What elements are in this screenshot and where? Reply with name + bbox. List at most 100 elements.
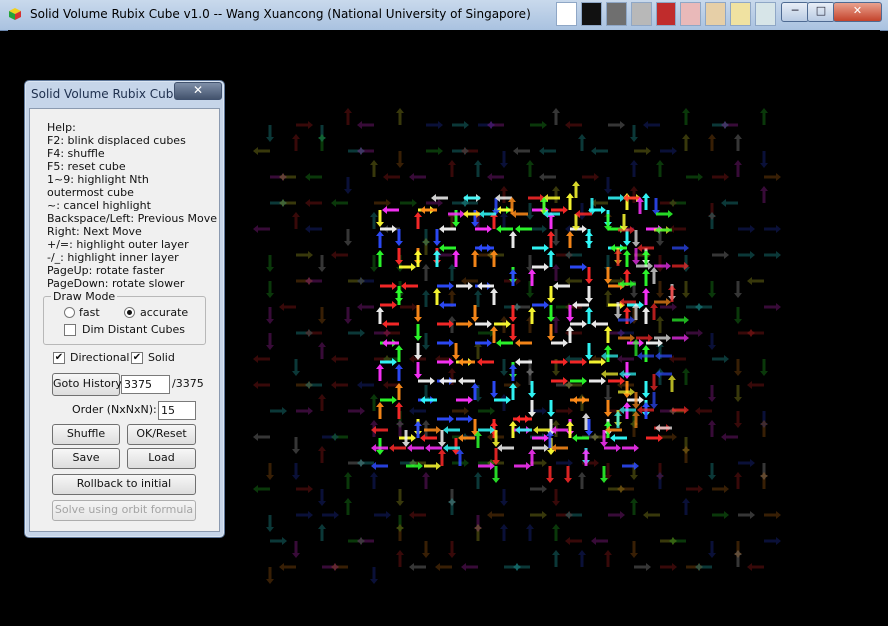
arrow-mark [552,524,560,541]
maximize-button[interactable]: □ [807,2,835,22]
arrow-mark [344,229,352,246]
arrow-mark [478,407,495,415]
arrow-mark [380,225,397,233]
arrow-mark [721,433,738,441]
control-panel[interactable]: Solid Volume Rubix Cube ✕ Help: F2: blin… [24,80,225,538]
arrow-mark [708,212,716,229]
arrow-mark [642,307,650,324]
color-swatch [705,2,727,26]
arrow-mark [551,339,568,347]
radio-accurate-label[interactable]: accurate [140,306,188,319]
arrow-mark [565,121,582,129]
arrow-mark [650,392,658,409]
arrow-mark [738,459,755,467]
arrow-mark [422,333,430,350]
arrow-mark [461,563,478,571]
arrow-mark [566,231,574,248]
arrow-mark [426,147,443,155]
history-input[interactable]: 3375 [121,375,170,394]
arrow-mark [266,307,274,324]
arrow-mark [253,147,270,155]
arrow-mark [266,255,274,272]
minimize-button[interactable]: ─ [781,2,809,22]
arrow-mark [556,407,573,415]
radio-fast[interactable] [64,307,75,318]
load-button[interactable]: Load [127,448,196,469]
arrow-mark [565,511,582,519]
arrow-mark [764,537,781,545]
arrow-mark [526,255,534,272]
arrow-mark [357,121,374,129]
arrow-mark [376,250,384,267]
arrow-mark [604,444,621,452]
arrow-mark [422,238,430,255]
arrow-mark [712,251,729,259]
rollback-button[interactable]: Rollback to initial [52,474,196,495]
dim-distant-label[interactable]: Dim Distant Cubes [82,323,185,336]
arrow-mark [500,489,508,506]
radio-accurate[interactable] [124,307,135,318]
arrow-mark [614,249,622,266]
arrow-mark [414,362,422,379]
solid-checkbox[interactable]: ✔ [131,352,143,364]
arrow-mark [357,303,374,311]
arrow-mark [456,396,473,404]
arrow-mark [570,263,587,271]
solid-label[interactable]: Solid [148,351,175,364]
close-button[interactable]: ✕ [833,2,882,22]
arrow-mark [591,537,608,545]
arrow-mark [734,359,742,376]
arrow-mark [642,345,650,362]
arrow-mark [296,407,313,415]
arrow-mark [401,282,418,290]
arrow-mark [253,225,270,233]
dim-distant-checkbox[interactable] [64,324,76,336]
directional-checkbox[interactable]: ✔ [53,352,65,364]
save-button[interactable]: Save [52,448,120,469]
panel-close-button[interactable]: ✕ [174,82,222,100]
arrow-mark [530,121,547,129]
arrow-mark [514,462,531,470]
directional-label[interactable]: Directional [70,351,130,364]
arrow-mark [764,303,781,311]
arrow-mark [552,489,560,506]
arrow-mark [437,282,454,290]
arrow-mark [566,193,574,210]
arrow-mark [253,355,270,363]
arrow-mark [433,288,441,305]
arrow-mark [565,537,582,545]
arrow-mark [604,177,612,194]
goto-history-button[interactable]: Goto History [52,373,122,396]
arrow-mark [686,173,703,181]
arrow-mark [474,472,482,489]
help-line: F4: shuffle [47,147,105,160]
arrow-mark [409,173,426,181]
arrow-mark [530,511,547,519]
arrow-mark [636,334,653,342]
arrow-mark [760,151,768,168]
arrow-mark [747,277,764,285]
arrow-mark [370,472,378,489]
arrow-mark [448,541,456,558]
color-swatch [630,2,652,26]
arrow-mark [374,199,391,207]
arrow-mark [435,563,452,571]
arrow-mark [650,303,658,320]
arrow-mark [475,320,492,328]
arrow-mark [437,415,454,423]
arrow-mark [357,381,374,389]
title-bar[interactable]: Solid Volume Rubix Cube v1.0 -- Wang Xua… [0,0,888,31]
ok-reset-button[interactable]: OK/Reset [127,424,196,445]
arrow-mark [515,415,532,423]
arrow-mark [292,541,300,558]
radio-fast-label[interactable]: fast [79,306,100,319]
arrow-mark [318,446,326,463]
arrow-mark [630,160,638,177]
arrow-mark [471,250,479,267]
shuffle-button[interactable]: Shuffle [52,424,120,445]
arrow-mark [487,173,504,181]
arrow-mark [650,374,658,391]
arrow-mark [456,320,473,328]
order-input[interactable]: 15 [158,401,196,420]
arrow-mark [623,250,631,267]
